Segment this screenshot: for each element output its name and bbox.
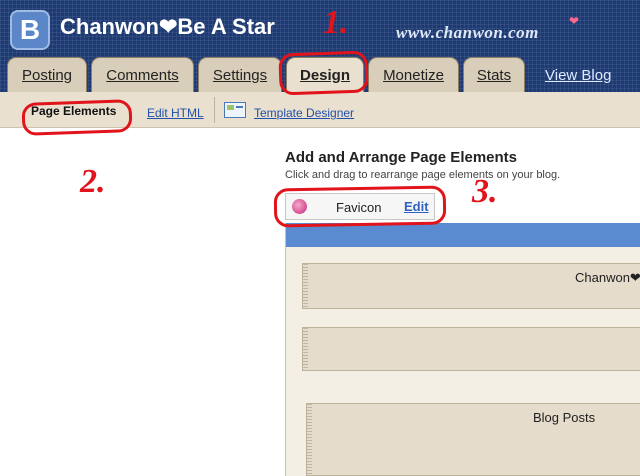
subtab-template-designer[interactable]: Template Designer [254, 106, 354, 120]
view-blog-link[interactable]: View Blog [545, 67, 611, 84]
blogger-design-page: B Chanwon❤Be A Star www.chanwon.com ❤ Po… [0, 0, 640, 476]
header-widget[interactable]: Chanwon❤ [302, 263, 640, 309]
crosscol-widget[interactable] [302, 327, 640, 371]
blogger-logo-icon[interactable]: B [10, 10, 50, 50]
heart-icon: ❤ [569, 14, 580, 28]
annotation-circle-favicon [273, 185, 447, 228]
tab-comments[interactable]: Comments [91, 57, 194, 92]
annotation-circle-page-elements [21, 99, 133, 136]
navbar-widget [286, 223, 640, 247]
subtab-edit-html[interactable]: Edit HTML [147, 106, 204, 120]
tab-settings[interactable]: Settings [198, 57, 282, 92]
annotation-number-2: 2. [80, 163, 106, 200]
header-widget-label: Chanwon❤ [575, 270, 640, 285]
tab-monetize[interactable]: Monetize [368, 57, 459, 92]
tab-stats[interactable]: Stats [463, 57, 525, 92]
blog-posts-widget[interactable]: Blog Posts [306, 403, 640, 476]
blog-title: Chanwon❤Be A Star [60, 14, 275, 39]
subnav-divider [214, 97, 215, 123]
annotation-circle-design [278, 50, 369, 96]
page-title: Add and Arrange Page Elements [285, 149, 518, 166]
blog-url-banner: www.chanwon.com [396, 23, 539, 42]
tab-posting[interactable]: Posting [7, 57, 87, 92]
layout-editor: Chanwon❤ Blog Posts [285, 223, 640, 476]
blog-posts-label: Blog Posts [533, 410, 596, 425]
template-designer-icon[interactable] [224, 102, 246, 118]
annotation-number-1: 1. [323, 4, 349, 41]
annotation-number-3: 3. [472, 173, 498, 210]
page-subtitle: Click and drag to rearrange page element… [285, 169, 561, 181]
